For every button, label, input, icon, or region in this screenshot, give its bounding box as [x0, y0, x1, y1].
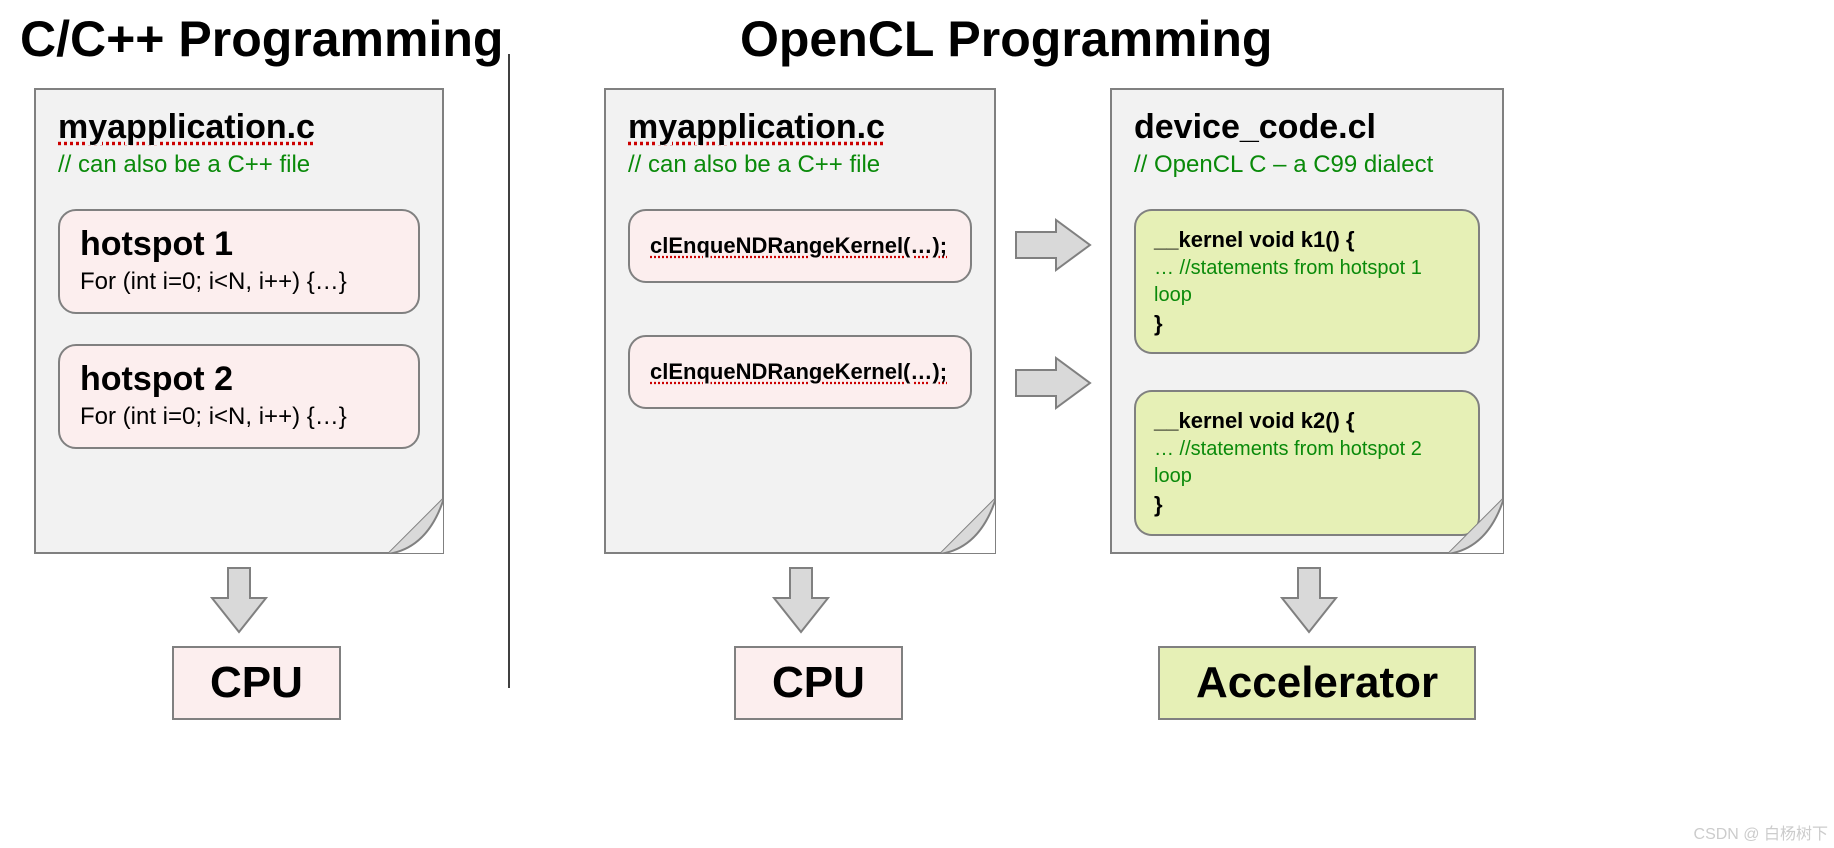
right-arrow-icon — [1010, 352, 1096, 414]
left-file-box: myapplication.c // can also be a C++ fil… — [34, 88, 444, 554]
device-file-name: device_code.cl — [1134, 108, 1480, 147]
page-fold-icon — [388, 498, 444, 554]
down-arrow-icon — [204, 562, 274, 640]
device-file-comment: // OpenCL C – a C99 dialect — [1134, 151, 1480, 179]
watermark-text: CSDN @ 白杨树下 — [1694, 820, 1828, 844]
device-file-box: device_code.cl // OpenCL C – a C99 diale… — [1110, 88, 1504, 554]
kernel-call-1-text: clEnqueNDRangeKernel(…); — [650, 233, 947, 258]
host-file-box: myapplication.c // can also be a C++ fil… — [604, 88, 996, 554]
kernel-call-1-box: clEnqueNDRangeKernel(…); — [628, 209, 972, 283]
host-file-comment: // can also be a C++ file — [628, 151, 972, 179]
device-target-box: Accelerator — [1158, 646, 1476, 720]
page-fold-icon — [1448, 498, 1504, 554]
kernel-call-2-box: clEnqueNDRangeKernel(…); — [628, 335, 972, 409]
kernel-2-box: __kernel void k2() { … //statements from… — [1134, 390, 1480, 535]
kernel-1-body: … //statements from hotspot 1 loop — [1154, 255, 1460, 309]
left-file-name: myapplication.c — [58, 108, 420, 147]
hotspot-2-title: hotspot 2 — [80, 360, 398, 399]
kernel-1-sig-close: } — [1154, 309, 1460, 339]
right-arrow-icon — [1010, 214, 1096, 276]
kernel-2-body: … //statements from hotspot 2 loop — [1154, 436, 1460, 490]
hotspot-1-title: hotspot 1 — [80, 225, 398, 264]
kernel-2-sig-close: } — [1154, 490, 1460, 520]
kernel-call-2-text: clEnqueNDRangeKernel(…); — [650, 359, 947, 384]
host-target-box: CPU — [734, 646, 903, 720]
kernel-2-sig-open: __kernel void k2() { — [1154, 406, 1460, 436]
page-fold-icon — [940, 498, 996, 554]
hotspot-2-box: hotspot 2 For (int i=0; i<N, i++) {…} — [58, 344, 420, 449]
kernel-1-box: __kernel void k1() { … //statements from… — [1134, 209, 1480, 354]
kernel-1-sig-open: __kernel void k1() { — [1154, 225, 1460, 255]
host-file-name: myapplication.c — [628, 108, 972, 147]
hotspot-1-box: hotspot 1 For (int i=0; i<N, i++) {…} — [58, 209, 420, 314]
left-target-box: CPU — [172, 646, 341, 720]
vertical-divider — [508, 54, 510, 688]
down-arrow-icon — [766, 562, 836, 640]
hotspot-1-code: For (int i=0; i<N, i++) {…} — [80, 268, 398, 296]
down-arrow-icon — [1274, 562, 1344, 640]
left-file-comment: // can also be a C++ file — [58, 151, 420, 179]
hotspot-2-code: For (int i=0; i<N, i++) {…} — [80, 403, 398, 431]
left-section-title: C/C++ Programming — [20, 10, 503, 68]
right-section-title: OpenCL Programming — [740, 10, 1272, 68]
